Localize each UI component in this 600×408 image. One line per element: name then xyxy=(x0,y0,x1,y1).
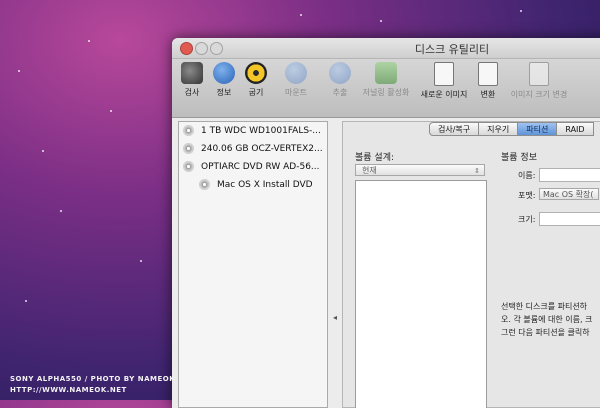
disk-label: OPTIARC DVD RW AD-56... xyxy=(201,162,320,172)
star xyxy=(88,40,90,42)
convert-toolbar-button[interactable]: 변환 xyxy=(474,62,502,100)
eject-icon xyxy=(329,62,351,84)
new-image-icon xyxy=(434,62,454,86)
title-bar: 디스크 유틸리티 xyxy=(172,38,600,59)
dvd-icon xyxy=(199,179,210,190)
disk-label: 1 TB WDC WD1001FALS-... xyxy=(201,126,321,136)
description-line: 선택한 디스크를 파티션하 xyxy=(501,302,588,311)
toolbar-label: 마운트 xyxy=(284,88,308,97)
format-popup[interactable]: Mac OS 확장( xyxy=(539,188,599,200)
verify-toolbar-button[interactable]: 검사 xyxy=(178,62,206,98)
disk-item-install-dvd[interactable]: Mac OS X Install DVD xyxy=(179,176,327,194)
star xyxy=(25,300,27,302)
mount-toolbar-button[interactable]: 마운트 xyxy=(276,62,316,98)
photo-caption: SONY ALPHA550 / PHOTO BY NAMEOK xyxy=(10,375,176,383)
star xyxy=(380,20,382,22)
star xyxy=(300,14,302,16)
resize-image-toolbar-button[interactable]: 이미지 크기 변경 xyxy=(504,62,574,100)
tab-erase[interactable]: 지우기 xyxy=(479,122,519,136)
tab-bar: 검사/복구 지우기 파티션 RAID xyxy=(429,122,594,136)
disk-list[interactable]: 1 TB WDC WD1001FALS-... 240.06 GB OCZ-VE… xyxy=(178,121,328,408)
photo-url: HTTP://WWW.NAMEOK.NET xyxy=(10,386,127,394)
convert-icon xyxy=(478,62,498,86)
volume-info-label: 볼륨 정보 xyxy=(501,153,537,163)
toolbar-label: 저널링 활성화 xyxy=(362,88,410,97)
disk-label: 240.06 GB OCZ-VERTEX2... xyxy=(201,144,323,154)
toolbar-label: 이미지 크기 변경 xyxy=(510,90,568,99)
burn-icon xyxy=(245,62,267,84)
window-title: 디스크 유틸리티 xyxy=(414,43,490,56)
info-toolbar-button[interactable]: 정보 xyxy=(210,62,238,98)
info-icon xyxy=(213,62,235,84)
disk-utility-window: 디스크 유틸리티 검사 정보 굽기 마운트 추출 저널링 활성화 새로운 이미지… xyxy=(172,38,600,408)
main-content: 1 TB WDC WD1001FALS-... 240.06 GB OCZ-VE… xyxy=(172,117,600,408)
mount-icon xyxy=(285,62,307,84)
toolbar-label: 굽기 xyxy=(248,88,264,97)
partition-layout-area[interactable] xyxy=(355,180,487,408)
journaling-toolbar-button[interactable]: 저널링 활성화 xyxy=(358,62,414,98)
name-field[interactable] xyxy=(539,168,600,182)
toolbar-label: 변환 xyxy=(480,90,496,99)
star xyxy=(60,210,62,212)
format-label: 포맷: xyxy=(518,191,536,200)
volume-scheme-label: 볼륨 설계: xyxy=(355,153,395,163)
tab-raid[interactable]: RAID xyxy=(557,122,594,136)
disk-item-ocz[interactable]: 240.06 GB OCZ-VERTEX2... xyxy=(179,140,327,158)
optical-drive-icon xyxy=(183,161,194,172)
description-line: 오. 각 볼륨에 대한 이름, 크 xyxy=(501,315,593,324)
star xyxy=(140,260,142,262)
hard-disk-icon xyxy=(183,125,194,136)
disk-item-wdc[interactable]: 1 TB WDC WD1001FALS-... xyxy=(179,122,327,140)
tab-first-aid[interactable]: 검사/복구 xyxy=(429,122,480,136)
toolbar-label: 검사 xyxy=(184,88,200,97)
hard-disk-icon xyxy=(183,143,194,154)
volume-scheme-popup[interactable]: 현재 ⇕ xyxy=(355,164,485,176)
size-label: 크기: xyxy=(518,215,536,224)
star xyxy=(42,150,44,152)
disk-label: Mac OS X Install DVD xyxy=(217,180,313,190)
volume-scheme-value: 현재 xyxy=(362,166,377,175)
name-label: 이름: xyxy=(518,171,536,180)
splitter-handle[interactable]: ◂ xyxy=(333,313,337,322)
size-field[interactable] xyxy=(539,212,600,226)
disk-item-optiarc[interactable]: OPTIARC DVD RW AD-56... xyxy=(179,158,327,176)
tab-partition[interactable]: 파티션 xyxy=(518,122,558,136)
partition-description: 선택한 디스크를 파티션하 오. 각 볼륨에 대한 이름, 크 그런 다음 파티… xyxy=(501,300,600,339)
log-icon xyxy=(375,62,397,84)
description-line: 그런 다음 파티션을 클릭하 xyxy=(501,328,590,337)
resize-image-icon xyxy=(529,62,549,86)
microscope-icon xyxy=(181,62,203,84)
new-image-toolbar-button[interactable]: 새로운 이미지 xyxy=(416,62,472,100)
toolbar-label: 정보 xyxy=(216,88,232,97)
star xyxy=(110,110,112,112)
burn-toolbar-button[interactable]: 굽기 xyxy=(242,62,270,98)
star xyxy=(18,70,20,72)
star xyxy=(520,10,522,12)
partition-pane: 검사/복구 지우기 파티션 RAID 볼륨 설계: 현재 ⇕ 볼륨 정보 이름:… xyxy=(342,121,600,408)
chevron-updown-icon: ⇕ xyxy=(474,167,480,175)
toolbar: 검사 정보 굽기 마운트 추출 저널링 활성화 새로운 이미지 변환 이미지 크… xyxy=(172,59,600,118)
toolbar-label: 새로운 이미지 xyxy=(420,90,468,99)
toolbar-label: 추출 xyxy=(332,88,348,97)
eject-toolbar-button[interactable]: 추출 xyxy=(322,62,358,98)
